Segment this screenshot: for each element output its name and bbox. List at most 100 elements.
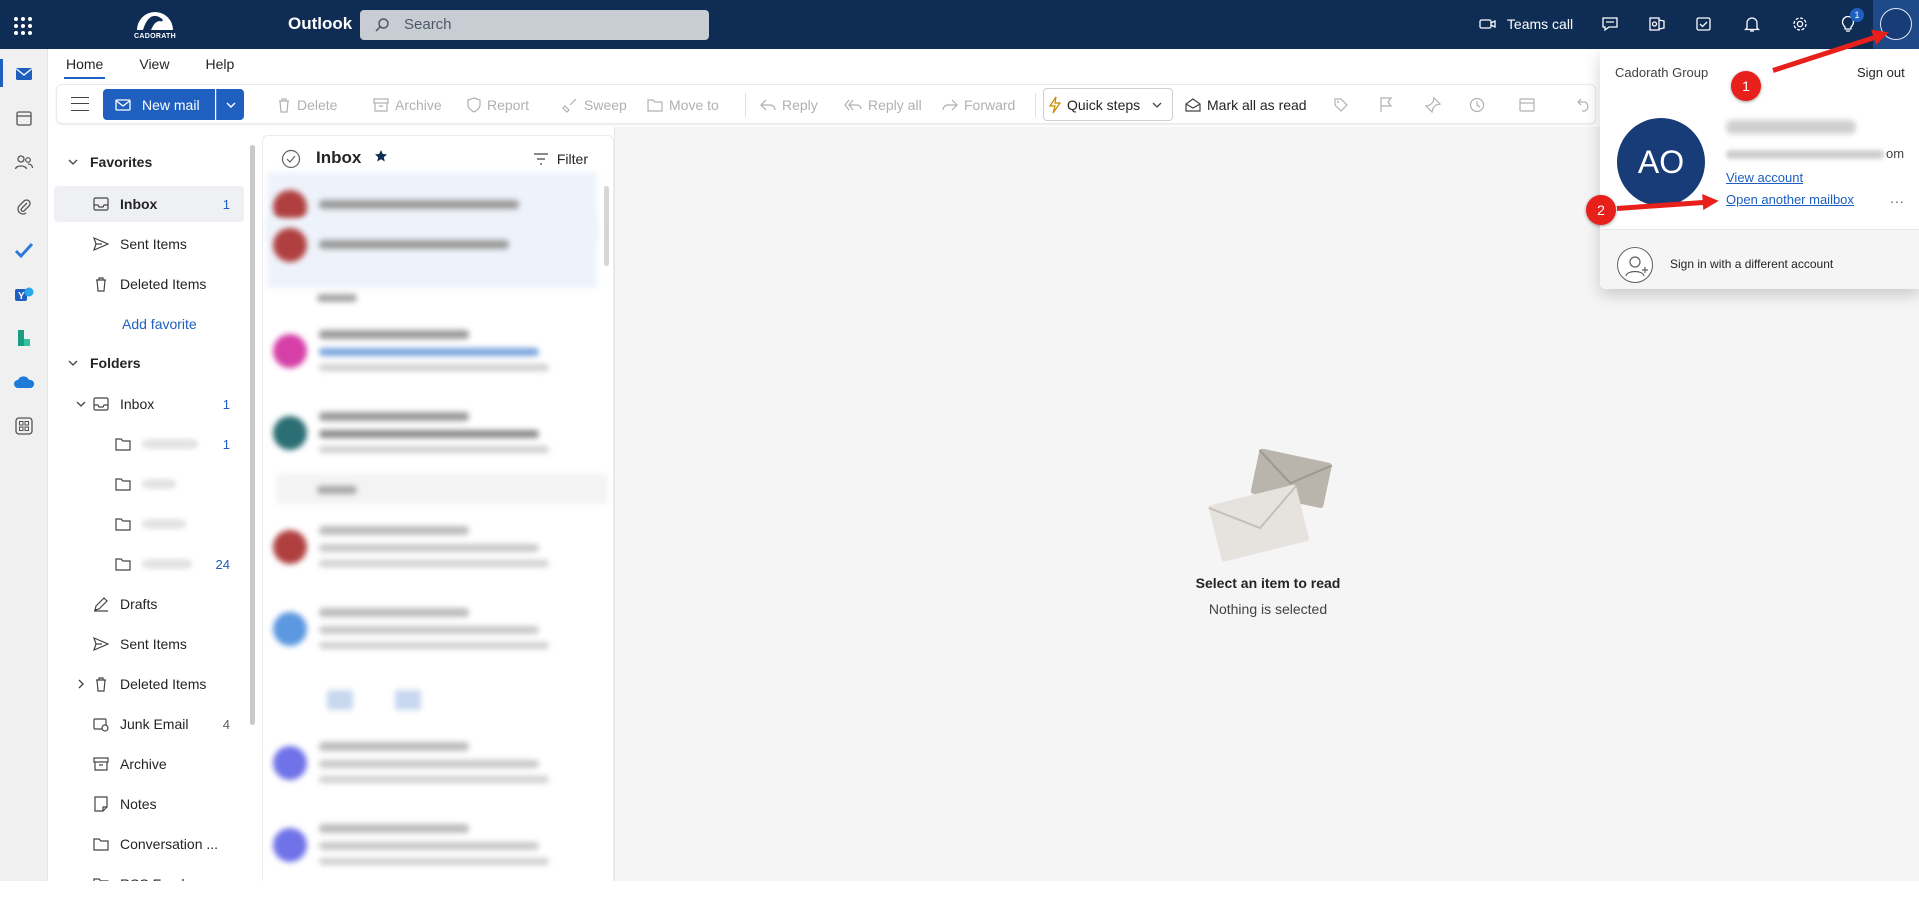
- more-options-button[interactable]: ...: [1890, 190, 1905, 206]
- people-icon[interactable]: [12, 150, 36, 174]
- subfolder-item[interactable]: [54, 506, 244, 542]
- list-item[interactable]: [267, 218, 597, 288]
- sign-in-different-account[interactable]: Sign in with a different account: [1600, 230, 1919, 289]
- clock-icon[interactable]: [1469, 95, 1485, 115]
- sign-out-link[interactable]: Sign out: [1857, 65, 1905, 80]
- app-rail: Y: [0, 49, 48, 907]
- yammer-icon[interactable]: Y: [12, 282, 36, 306]
- list-item[interactable]: [267, 810, 597, 880]
- mark-all-read-button[interactable]: Mark all as read: [1185, 95, 1307, 115]
- folders-header[interactable]: Folders: [68, 355, 141, 371]
- favorite-deleted-items[interactable]: Deleted Items: [54, 266, 244, 302]
- subfolder-item[interactable]: 24: [54, 546, 244, 582]
- star-icon[interactable]: [374, 149, 388, 163]
- folder-archive[interactable]: Archive: [54, 746, 244, 782]
- list-scrollbar[interactable]: [604, 186, 609, 266]
- open-another-mailbox-link[interactable]: Open another mailbox: [1726, 192, 1854, 207]
- folder-conversation-history[interactable]: Conversation ...: [54, 826, 244, 862]
- mail-icon[interactable]: [12, 62, 36, 86]
- folder-label: Inbox: [120, 396, 155, 412]
- delete-label: Delete: [297, 97, 338, 113]
- bookings-icon[interactable]: [12, 326, 36, 350]
- move-to-button[interactable]: Move to: [647, 95, 719, 115]
- pencil-icon: [92, 595, 110, 613]
- folder-icon: [92, 835, 110, 853]
- view-account-link[interactable]: View account: [1726, 170, 1803, 185]
- hamburger-menu-icon[interactable]: [71, 97, 89, 111]
- new-mail-dropdown[interactable]: [216, 89, 244, 120]
- new-mail-label: New mail: [142, 96, 200, 113]
- empty-state-title: Select an item to read: [1195, 575, 1341, 591]
- folder-notes[interactable]: Notes: [54, 786, 244, 822]
- list-title: Inbox: [316, 148, 388, 168]
- list-item[interactable]: [267, 512, 597, 582]
- undo-icon[interactable]: [1577, 95, 1591, 115]
- archive-button[interactable]: Archive: [373, 95, 442, 115]
- trash-icon: [279, 98, 289, 113]
- item-count: 4: [222, 716, 230, 732]
- logo-text: CADORATH: [134, 33, 176, 40]
- list-item[interactable]: [267, 728, 597, 798]
- sweep-button[interactable]: Sweep: [562, 95, 627, 115]
- favorite-sent-items[interactable]: Sent Items: [54, 226, 244, 262]
- redacted-folder-name: [142, 439, 198, 449]
- subfolder-item[interactable]: 1: [54, 426, 244, 462]
- folder-junk-email[interactable]: Junk Email 4: [54, 706, 244, 742]
- lightbulb-icon[interactable]: 1: [1834, 8, 1864, 37]
- more-apps-icon[interactable]: [12, 414, 36, 438]
- new-mail-button[interactable]: New mail: [103, 89, 215, 120]
- folder-sent-items[interactable]: Sent Items: [54, 626, 244, 662]
- teams-call-button[interactable]: Teams call: [1468, 11, 1584, 37]
- app-name[interactable]: Outlook: [288, 14, 352, 34]
- archive-icon: [373, 98, 389, 112]
- tab-view[interactable]: View: [121, 49, 187, 81]
- report-button[interactable]: Report: [467, 95, 529, 115]
- gear-icon[interactable]: [1786, 11, 1814, 37]
- folder-drafts[interactable]: Drafts: [54, 586, 244, 622]
- list-item[interactable]: [267, 398, 597, 468]
- tag-icon[interactable]: [1333, 95, 1349, 115]
- subfolder-item[interactable]: [54, 466, 244, 502]
- calendar-icon[interactable]: [12, 106, 36, 130]
- reply-all-button[interactable]: Reply all: [844, 95, 922, 115]
- add-favorite-link[interactable]: Add favorite: [122, 316, 197, 332]
- mark-all-read-label: Mark all as read: [1207, 97, 1307, 113]
- chat-icon[interactable]: [1596, 11, 1624, 37]
- account-avatar: AO: [1617, 118, 1705, 206]
- office-icon[interactable]: [1643, 11, 1671, 37]
- chevron-right-icon[interactable]: [76, 679, 86, 689]
- select-all-checkbox[interactable]: [281, 149, 301, 169]
- list-item[interactable]: [267, 316, 597, 386]
- folder-scrollbar[interactable]: [250, 145, 255, 725]
- todo-icon[interactable]: [12, 238, 36, 262]
- onedrive-icon[interactable]: [12, 370, 36, 394]
- calendar-check-icon[interactable]: [1690, 11, 1718, 37]
- folder-deleted-items[interactable]: Deleted Items: [54, 666, 244, 702]
- list-item[interactable]: [267, 594, 597, 720]
- redacted-display-name: [1726, 120, 1856, 134]
- rules-icon[interactable]: [1519, 95, 1537, 115]
- tab-help[interactable]: Help: [187, 49, 252, 81]
- tab-home[interactable]: Home: [48, 49, 121, 81]
- favorites-header[interactable]: Favorites: [68, 154, 152, 170]
- delete-button[interactable]: Delete: [277, 95, 337, 115]
- folder-label: Notes: [120, 796, 157, 812]
- folder-inbox[interactable]: Inbox 1: [54, 386, 244, 422]
- paperclip-icon[interactable]: [12, 194, 36, 218]
- flag-icon[interactable]: [1379, 95, 1393, 115]
- search-placeholder: Search: [404, 16, 452, 33]
- lightning-icon: [1049, 96, 1061, 114]
- bell-icon[interactable]: [1738, 11, 1766, 37]
- reply-button[interactable]: Reply: [760, 95, 818, 115]
- redacted-folder-name: [142, 479, 176, 489]
- forward-button[interactable]: Forward: [942, 95, 1015, 115]
- list-group-header: [277, 474, 607, 504]
- pin-icon[interactable]: [1425, 95, 1441, 115]
- favorite-inbox[interactable]: Inbox 1: [54, 186, 244, 222]
- chevron-down-icon[interactable]: [76, 399, 86, 409]
- bottom-margin: [0, 881, 1919, 907]
- filter-button[interactable]: Filter: [533, 151, 588, 167]
- annotation-marker-1: 1: [1731, 71, 1761, 101]
- app-launcher-icon[interactable]: [10, 12, 36, 38]
- search-box[interactable]: Search: [360, 10, 709, 40]
